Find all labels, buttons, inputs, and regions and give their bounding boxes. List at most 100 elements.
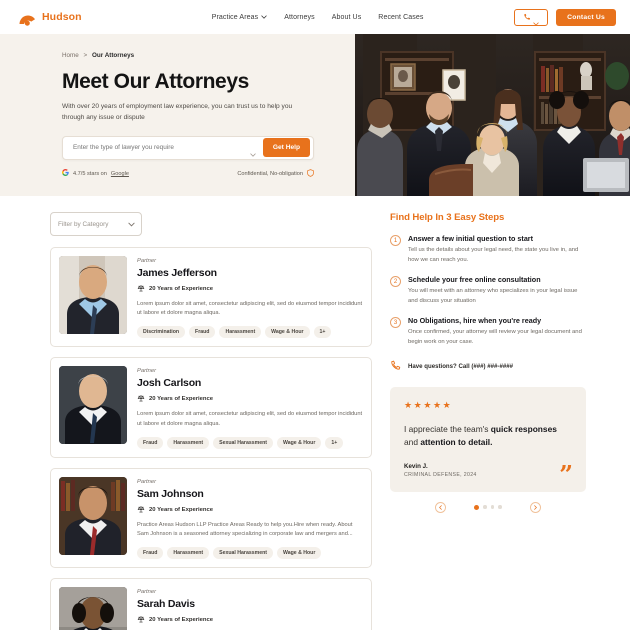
tag[interactable]: Harassment <box>167 436 210 449</box>
testimonial-author-meta: CRIMINAL DEFENSE, 2024 <box>404 471 477 478</box>
tag[interactable]: Fraud <box>189 326 216 339</box>
testimonial-quote: I appreciate the team's quick responses … <box>404 423 572 448</box>
attorney-description: Lorem ipsum dolor sit amet, consectetur … <box>137 411 363 427</box>
chevron-down-icon <box>128 221 135 227</box>
experience-label: 20 Years of Experience <box>149 396 214 403</box>
step-heading: Answer a few initial question to start <box>408 234 534 243</box>
contact-us-button[interactable]: Contact Us <box>556 8 616 26</box>
lawyer-search-bar[interactable]: Get Help <box>62 135 314 160</box>
tag[interactable]: Fraud <box>137 436 164 449</box>
quote-bold-1: quick responses <box>490 424 557 435</box>
hero-section: Home > Our Attorneys Meet Our Attorneys … <box>0 34 630 196</box>
phone-dropdown-button[interactable] <box>514 8 549 26</box>
help-step: 1 Answer a few initial question to start… <box>390 234 586 265</box>
tag[interactable]: Sexual Harassment <box>213 436 273 449</box>
chevron-down-icon[interactable] <box>250 145 256 157</box>
attorney-role: Partner <box>137 478 157 485</box>
step-heading: Schedule your free online consultation <box>408 275 541 285</box>
brand-name: Hudson <box>42 11 82 23</box>
attorney-name: Sarah Davis <box>137 598 195 611</box>
hero-content: Home > Our Attorneys Meet Our Attorneys … <box>0 34 355 196</box>
quote-bold-2: attention to detail. <box>420 436 493 447</box>
step-heading: No Obligations, hire when you're ready <box>408 316 542 326</box>
attorney-photo <box>59 256 127 334</box>
carousel-next-button[interactable] <box>529 501 541 513</box>
attorneys-page: Hudson Practice Areas Attorneys About Us… <box>0 0 630 630</box>
nav-item-recent-cases[interactable]: Recent Cases <box>378 14 423 21</box>
find-help-title-prefix: Find Help In <box>390 212 447 223</box>
carousel-dot[interactable] <box>483 505 487 509</box>
attorney-photo <box>59 587 127 630</box>
nav-item-about-us[interactable]: About Us <box>332 14 362 21</box>
tag-more[interactable]: 1+ <box>325 436 344 449</box>
attorney-tags: Discrimination Fraud Harassment Wage & H… <box>137 326 363 339</box>
tag[interactable]: Fraud <box>137 547 164 560</box>
attorney-card[interactable]: Partner Sam Johnson 20 Years of Experien… <box>50 467 372 569</box>
get-help-button[interactable]: Get Help <box>262 138 310 158</box>
rating-text: 4.7/5 stars on <box>73 170 107 177</box>
tag[interactable]: Harassment <box>167 547 210 560</box>
testimonial-card: ★★★★★ I appreciate the team's quick resp… <box>390 387 586 492</box>
nav-item-practice-areas[interactable]: Practice Areas <box>212 14 268 21</box>
attorneys-column: Filter by Category Partner James Jeffers… <box>50 212 372 630</box>
attorney-name: James Jefferson <box>137 267 217 279</box>
step-body: You will meet with an attorney who speci… <box>408 288 578 304</box>
hudson-arc-logo-icon <box>18 9 37 26</box>
step-text: No Obligations, hire when you're ready O… <box>408 316 586 347</box>
nav-item-attorneys[interactable]: Attorneys <box>284 14 314 21</box>
hero-subtitle: With over 20 years of employment law exp… <box>62 103 293 121</box>
tag[interactable]: Wage & Hour <box>265 326 310 339</box>
nav-label: About Us <box>331 13 362 21</box>
rating-stars: ★★★★★ <box>404 400 453 411</box>
attorney-card[interactable]: Partner Sarah Davis 20 Years of Experien… <box>50 578 372 630</box>
carousel-prev-button[interactable] <box>435 501 447 513</box>
site-header: Hudson Practice Areas Attorneys About Us… <box>0 0 630 34</box>
attorney-experience: 20 Years of Experience <box>137 394 363 404</box>
carousel-dot[interactable] <box>490 505 495 509</box>
breadcrumb-home[interactable]: Home <box>62 52 79 59</box>
carousel-dot[interactable] <box>498 505 502 509</box>
hero-team-photo <box>355 34 630 196</box>
attorney-info: Partner Sam Johnson 20 Years of Experien… <box>137 477 363 560</box>
step-number-badge: 2 <box>390 276 401 288</box>
carousel-dot-active[interactable] <box>474 504 480 510</box>
attorney-info: Partner James Jefferson 20 Years of Expe… <box>137 256 363 339</box>
breadcrumb-separator: > <box>83 52 88 59</box>
attorney-info: Partner Sarah Davis 20 Years of Experien… <box>137 587 363 630</box>
attorney-experience: 20 Years of Experience <box>137 284 363 294</box>
filter-by-category-select[interactable]: Filter by Category <box>50 212 142 236</box>
attorney-name: Josh Carlson <box>137 377 202 390</box>
google-link[interactable]: Google <box>111 171 129 177</box>
attorney-name: Sam Johnson <box>137 487 204 500</box>
header-actions: Contact Us <box>514 8 616 26</box>
attorney-experience: 20 Years of Experience <box>137 505 363 515</box>
filter-label: Filter by Category <box>58 220 109 228</box>
help-step: 2 Schedule your free online consultation… <box>390 275 586 306</box>
attorney-card[interactable]: Partner Josh Carlson 20 Years of Experie… <box>50 357 372 458</box>
breadcrumb: Home > Our Attorneys <box>62 52 355 59</box>
step-body: Once confirmed, your attorney will revie… <box>408 329 582 345</box>
tag[interactable]: Wage & Hour <box>277 547 322 560</box>
have-questions-call[interactable]: Have questions? Call (###) ###-#### <box>390 360 586 373</box>
attorney-tags: Fraud Harassment Sexual Harassment Wage … <box>137 547 363 560</box>
step-body: Tell us the details about your legal nee… <box>408 247 579 263</box>
find-help-title: Find Help In 3 Easy Steps <box>390 212 586 223</box>
brand-logo[interactable]: Hudson <box>18 9 82 26</box>
attorney-role: Partner <box>137 368 157 375</box>
search-input[interactable] <box>73 144 250 152</box>
tag[interactable]: Wage & Hour <box>277 436 322 449</box>
attorney-tags: Fraud Harassment Sexual Harassment Wage … <box>137 436 363 449</box>
tag-more[interactable]: 1+ <box>313 326 332 339</box>
sidebar-column: Find Help In 3 Easy Steps 1 Answer a few… <box>390 212 586 630</box>
scales-of-justice-icon <box>137 394 145 404</box>
testimonial-carousel-controls <box>390 501 586 513</box>
attorney-card[interactable]: Partner James Jefferson 20 Years of Expe… <box>50 247 372 348</box>
google-icon <box>62 169 69 178</box>
tag[interactable]: Harassment <box>219 326 262 339</box>
tag[interactable]: Discrimination <box>137 326 186 339</box>
phone-icon <box>390 360 401 373</box>
main-nav: Practice Areas Attorneys About Us Recent… <box>212 14 424 21</box>
tag[interactable]: Sexual Harassment <box>213 547 273 560</box>
breadcrumb-current: Our Attorneys <box>91 52 135 59</box>
google-rating: 4.7/5 stars on Google <box>62 169 129 178</box>
